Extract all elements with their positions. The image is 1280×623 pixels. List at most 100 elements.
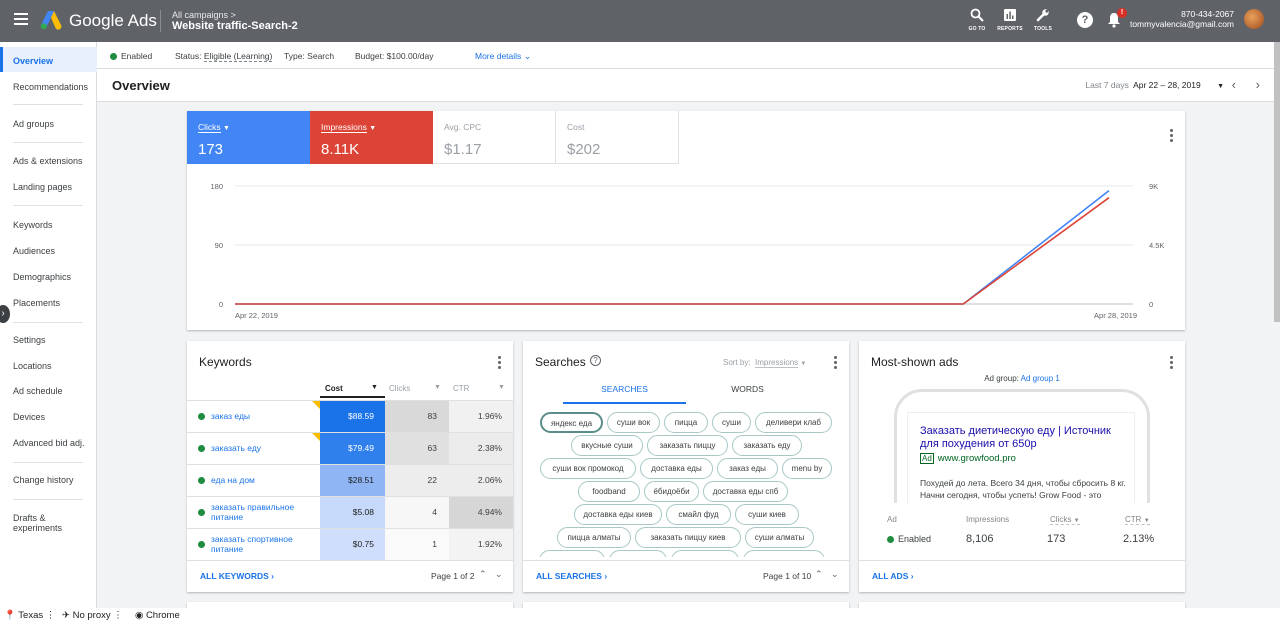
search-chip[interactable]: доставка еды: [640, 458, 713, 479]
status-dot-icon: [198, 413, 205, 420]
search-chip[interactable]: foodband: [578, 481, 640, 502]
all-searches-link[interactable]: ALL SEARCHES ›: [536, 571, 607, 581]
account-info[interactable]: 870-434-2067 tommyvalencia@gmail.com: [1130, 9, 1234, 29]
scrollbar[interactable]: [1274, 42, 1280, 322]
sidebar-item-locations[interactable]: Locations: [13, 361, 52, 371]
performance-chart-card: Clicks ▼ 173 Impressions ▼ 8.11K Avg. CP…: [187, 111, 1185, 330]
search-chip[interactable]: деливери клаб: [755, 412, 832, 433]
notifications-button[interactable]: !: [1107, 8, 1127, 33]
next-period-button[interactable]: ›: [1256, 77, 1260, 92]
search-chip[interactable]: заказать пиццу киев: [635, 527, 741, 548]
previous-period-button[interactable]: ‹: [1232, 77, 1236, 92]
sidebar-item-change-history[interactable]: Change history: [13, 475, 74, 485]
sidebar-item-placements[interactable]: Placements: [13, 298, 60, 308]
sidebar-item-drafts-experiments[interactable]: Drafts & experiments: [13, 513, 73, 533]
search-chip[interactable]: суши вок промокод: [540, 458, 636, 479]
table-row[interactable]: заказать спортивное питание $0.75 1 1.92…: [187, 528, 513, 560]
sidebar-item-keywords[interactable]: Keywords: [13, 220, 53, 230]
search-chip[interactable]: [609, 550, 667, 557]
sidebar-item-ads-extensions[interactable]: Ads & extensions: [13, 156, 83, 166]
search-chip[interactable]: суши: [712, 412, 751, 433]
keywords-more-options-icon[interactable]: [497, 356, 501, 369]
sidebar-item-ad-groups[interactable]: Ad groups: [13, 119, 54, 129]
sidebar-item-overview[interactable]: Overview: [0, 47, 97, 72]
help-icon[interactable]: ?: [590, 355, 601, 366]
search-chip[interactable]: вкусные суши: [571, 435, 643, 456]
tools-button[interactable]: TOOLS: [1028, 8, 1058, 32]
page-up-button[interactable]: ⌃: [479, 569, 487, 580]
search-chip[interactable]: доставка еды киев: [574, 504, 662, 525]
more-details-link[interactable]: More details ⌄: [475, 51, 531, 62]
keyword-link[interactable]: заказать правильное питание: [211, 502, 316, 522]
proxy-status[interactable]: ✈ No proxy ⋮: [62, 610, 123, 621]
sidebar-item-ad-schedule[interactable]: Ad schedule: [13, 386, 63, 396]
go-to-button[interactable]: GO TO: [962, 8, 992, 32]
sidebar-item-demographics[interactable]: Demographics: [13, 272, 71, 282]
sidebar-item-recommendations[interactable]: Recommendations: [13, 82, 88, 92]
column-ctr[interactable]: CTR ▼: [453, 384, 505, 393]
location-status[interactable]: 📍 Texas ⋮: [4, 610, 55, 621]
reports-button[interactable]: REPORTS: [995, 8, 1025, 32]
ad-group-label: Ad group: Ad group 1: [984, 374, 1060, 383]
ad-preview-device: Заказать диетическую еду | Источник для …: [894, 389, 1150, 519]
sidebar-item-advanced-bid[interactable]: Advanced bid adj.: [13, 438, 85, 448]
search-chip[interactable]: [671, 550, 739, 557]
tab-words[interactable]: WORDS: [686, 384, 809, 394]
search-chip[interactable]: суши киев: [735, 504, 799, 525]
table-row[interactable]: заказать еду $79.49 63 2.38%: [187, 432, 513, 464]
campaign-type: Type: Search: [284, 51, 335, 61]
search-chip[interactable]: яндекс еда: [540, 412, 603, 433]
search-chip[interactable]: заказать пиццу: [647, 435, 728, 456]
table-row[interactable]: заказ еды $88.59 83 1.96%: [187, 400, 513, 432]
menu-icon[interactable]: [14, 13, 28, 15]
search-chip[interactable]: menu by: [782, 458, 832, 479]
campaign-enabled[interactable]: Enabled: [110, 51, 152, 61]
help-icon[interactable]: ?: [1077, 12, 1093, 28]
tab-searches[interactable]: SEARCHES: [563, 384, 686, 394]
search-chip[interactable]: смайл фуд: [666, 504, 731, 525]
search-chip[interactable]: суши алматы: [745, 527, 814, 548]
ad-headline[interactable]: Заказать диетическую еду | Источник для …: [920, 425, 1124, 451]
search-chip[interactable]: [743, 550, 825, 557]
column-cost[interactable]: Cost ▼: [325, 384, 378, 393]
search-chip[interactable]: доставка еды спб: [703, 481, 788, 502]
stat-label-clicks[interactable]: Clicks ▼: [1050, 515, 1080, 525]
search-chip[interactable]: суши вок: [607, 412, 660, 433]
search-chip[interactable]: [539, 550, 605, 557]
sidebar-item-devices[interactable]: Devices: [13, 412, 45, 422]
table-row[interactable]: заказать правильное питание $5.08 4 4.94…: [187, 496, 513, 528]
keyword-link[interactable]: заказать еду: [211, 443, 261, 453]
keyword-link[interactable]: заказать спортивное питание: [211, 534, 316, 554]
divider: [187, 560, 513, 561]
table-row[interactable]: еда на дом $28.51 22 2.06%: [187, 464, 513, 496]
column-clicks[interactable]: Clicks ▼: [389, 384, 441, 393]
divider: [523, 560, 849, 561]
breadcrumb-parent[interactable]: All campaigns >: [172, 10, 236, 20]
date-range-selector[interactable]: Last 7 days Apr 22 – 28, 2019 ▼: [1085, 80, 1224, 90]
sidebar-item-settings[interactable]: Settings: [13, 335, 46, 345]
avatar[interactable]: [1244, 9, 1264, 29]
search-chip[interactable]: пицца: [664, 412, 708, 433]
sidebar-item-audiences[interactable]: Audiences: [13, 246, 55, 256]
browser-status[interactable]: ◉ Chrome: [135, 610, 180, 621]
keyword-link[interactable]: заказ еды: [211, 411, 250, 421]
y-tick-right: 4.5K: [1149, 241, 1164, 250]
page-down-button[interactable]: ⌄: [495, 569, 503, 580]
search-chip[interactable]: пицца алматы: [557, 527, 631, 548]
y-tick-left: 90: [215, 241, 223, 250]
all-keywords-link[interactable]: ALL KEYWORDS ›: [200, 571, 274, 581]
ads-more-options-icon[interactable]: [1169, 356, 1173, 369]
searches-more-options-icon[interactable]: [833, 356, 837, 369]
all-ads-link[interactable]: ALL ADS ›: [872, 571, 914, 581]
page-down-button[interactable]: ⌄: [831, 569, 839, 580]
keyword-link[interactable]: еда на дом: [211, 475, 255, 485]
sidebar-item-landing-pages[interactable]: Landing pages: [13, 182, 72, 192]
page-up-button[interactable]: ⌃: [815, 569, 823, 580]
stat-label-ctr[interactable]: CTR ▼: [1125, 515, 1150, 525]
search-chip[interactable]: заказ еды: [717, 458, 778, 479]
sort-by-selector[interactable]: Sort by: Impressions ▼: [723, 358, 806, 368]
search-chip[interactable]: ёбидоёби: [644, 481, 699, 502]
search-chip[interactable]: заказать еду: [732, 435, 802, 456]
ad-group-link[interactable]: Ad group 1: [1021, 374, 1060, 383]
breadcrumb-campaign[interactable]: Website traffic-Search-2: [172, 20, 298, 32]
